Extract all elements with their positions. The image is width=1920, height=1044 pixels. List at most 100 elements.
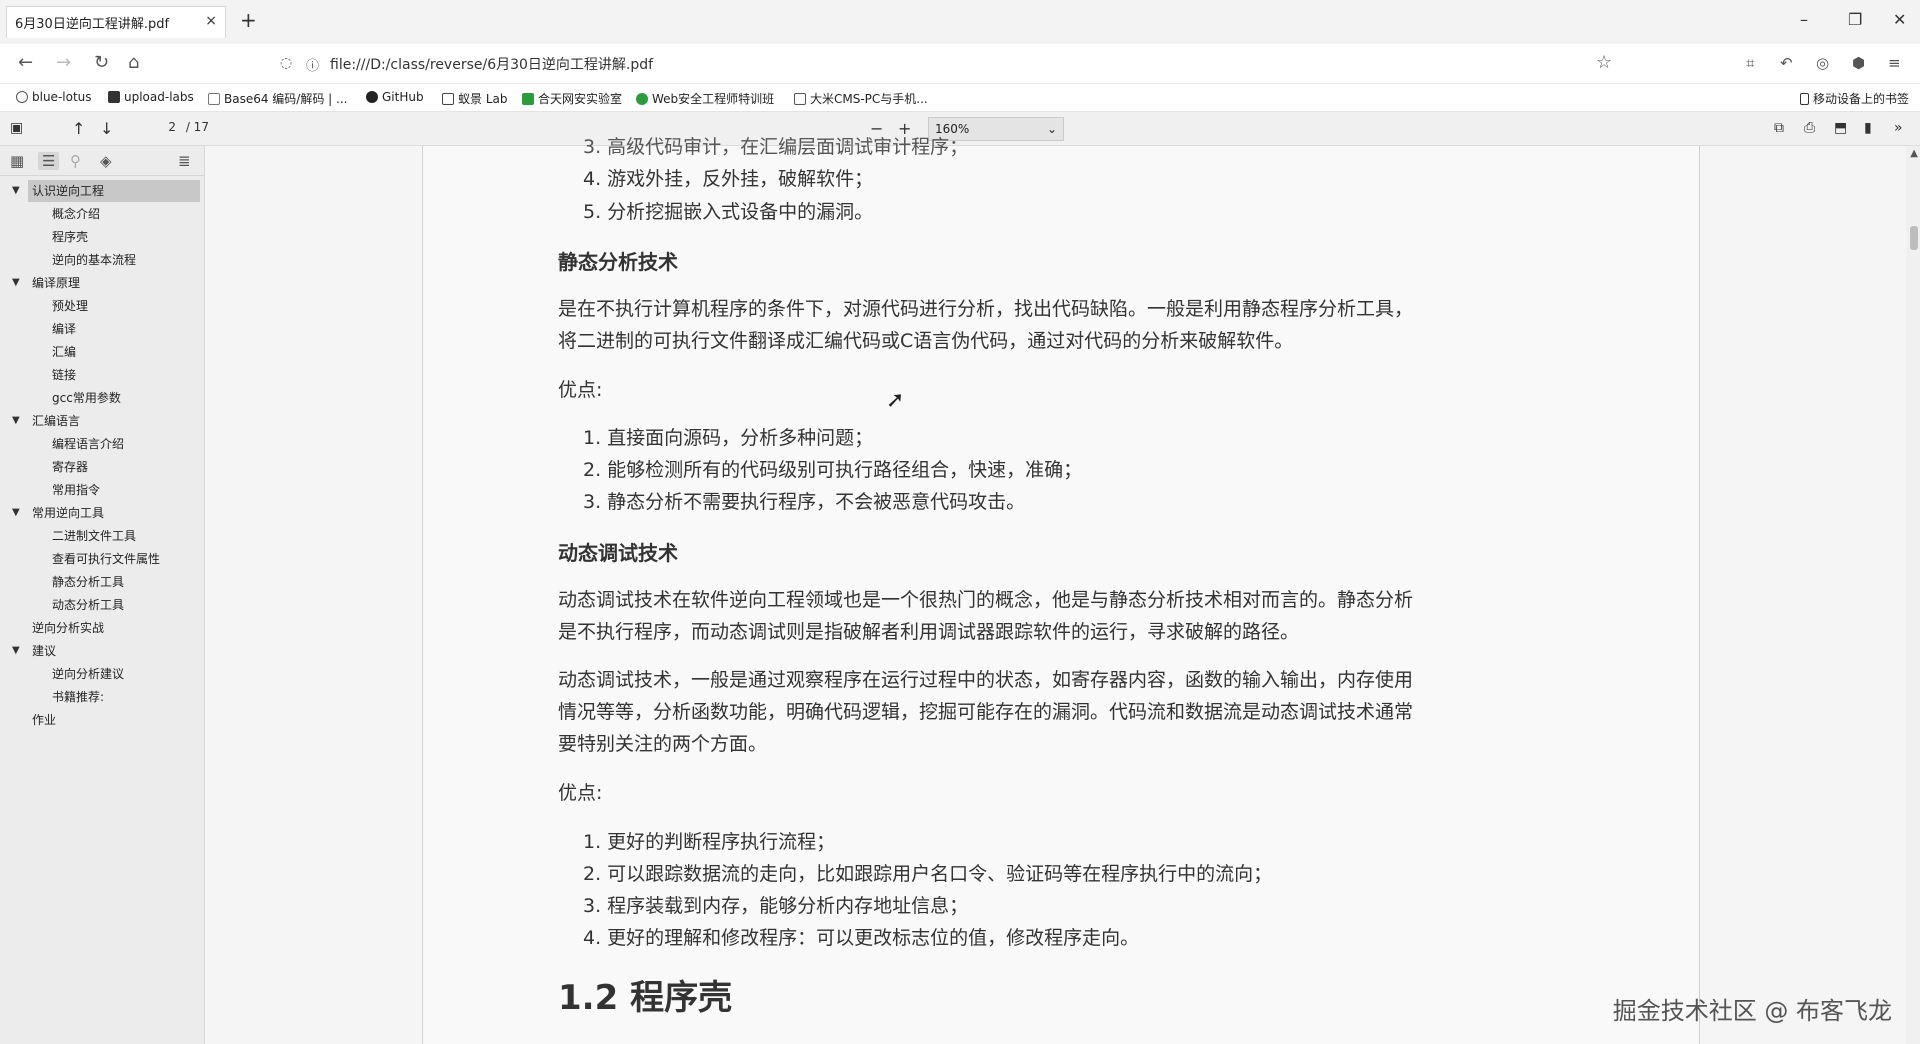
layers-icon[interactable]: ◈ <box>100 152 112 170</box>
outline-item[interactable]: 程序壳 <box>0 226 205 248</box>
outline-item-label: 认识逆向工程 <box>32 184 105 198</box>
mobile-icon <box>1800 92 1809 105</box>
page-number-input[interactable]: 2 <box>150 120 176 134</box>
mobile-bookmarks-label: 移动设备上的书签 <box>1813 92 1910 106</box>
bookmark-item[interactable]: blue-lotus <box>16 90 92 104</box>
outline-item[interactable]: ▼ 建议 <box>12 640 200 662</box>
scrollbar-thumb[interactable] <box>1910 226 1918 250</box>
outline-item-label: 查看可执行文件属性 <box>52 552 161 566</box>
menu-icon[interactable]: ≡ <box>1888 54 1901 72</box>
pdf-viewer[interactable]: 3. 高级代码审计，在汇编层面调试审计程序； 4. 游戏外挂，反外挂，破解软件；… <box>206 136 1920 1044</box>
outline-item[interactable]: ▼ 常用逆向工具 <box>12 502 200 524</box>
extension-icon[interactable]: ◎ <box>1816 54 1829 72</box>
expand-triangle-icon[interactable]: ▼ <box>12 640 20 662</box>
page-info-icon[interactable]: ⓘ <box>306 55 319 74</box>
tab-pdf[interactable]: 6月30日逆向工程讲解.pdf × <box>6 6 226 38</box>
outline-item[interactable]: 编译 <box>0 318 205 340</box>
outline-item[interactable]: 汇编 <box>0 341 205 363</box>
outline-item[interactable]: 逆向的基本流程 <box>0 249 205 271</box>
expand-triangle-icon[interactable]: ▼ <box>12 180 20 202</box>
mobile-bookmarks[interactable]: 移动设备上的书签 <box>1800 90 1909 107</box>
outline-item[interactable]: 查看可执行文件属性 <box>0 548 205 570</box>
outline-item[interactable]: 逆向分析建议 <box>0 663 205 685</box>
vertical-scrollbar[interactable]: ▲ <box>1906 146 1920 1044</box>
list-item: 4. 游戏外挂，反外挂，破解软件； <box>583 168 874 190</box>
address-bar[interactable]: file:///D:/class/reverse/6月30日逆向工程讲解.pdf <box>330 54 653 74</box>
close-window-button[interactable]: ✕ <box>1893 10 1906 29</box>
previous-page-button[interactable]: ↑ <box>72 119 85 138</box>
paragraph-line: 情况等等，分析函数功能，明确代码逻辑，挖掘可能存在的漏洞。代码流和数据流是动态调… <box>558 701 1414 723</box>
bookmark-item[interactable]: 合天网安实验室 <box>522 90 622 107</box>
expand-triangle-icon[interactable]: ▼ <box>12 410 20 432</box>
bookmark-item[interactable]: 大米CMS-PC与手机... <box>794 90 928 107</box>
expand-triangle-icon[interactable]: ▼ <box>12 272 20 294</box>
restore-button[interactable]: ❐ <box>1848 10 1862 29</box>
outline-item[interactable]: 概念介绍 <box>0 203 205 225</box>
folder-icon <box>108 91 120 103</box>
outline-item[interactable]: 编程语言介绍 <box>0 433 205 455</box>
home-button[interactable]: ⌂ <box>128 52 139 73</box>
outline-item[interactable]: 二进制文件工具 <box>0 525 205 547</box>
bookmark-star-icon[interactable]: ☆ <box>1596 52 1612 73</box>
outline-item[interactable]: ▼ 认识逆向工程 <box>12 180 200 202</box>
sidebar-tools: ▦ ☰ ⚲ ◈ ≣ <box>0 146 205 176</box>
outline-item[interactable]: 静态分析工具 <box>0 571 205 593</box>
outline-item-label: 逆向的基本流程 <box>52 253 137 267</box>
outline-item-label: 汇编 <box>52 345 77 359</box>
undo-icon[interactable]: ↶ <box>1780 54 1793 72</box>
reload-button[interactable]: ↻ <box>94 52 109 73</box>
outline-item[interactable]: gcc常用参数 <box>0 387 205 409</box>
back-button[interactable]: ← <box>18 52 33 73</box>
bookmark-icon[interactable]: ▮ <box>1864 120 1872 136</box>
current-outline-item-icon[interactable]: ≣ <box>178 152 191 170</box>
outline-item[interactable]: ▼ 编译原理 <box>12 272 200 294</box>
expand-triangle-icon[interactable]: ▼ <box>12 502 20 524</box>
thumbnails-icon[interactable]: ▦ <box>10 152 24 170</box>
minimize-button[interactable]: – <box>1800 10 1808 29</box>
outline-icon[interactable]: ☰ <box>38 152 60 170</box>
new-tab-button[interactable]: + <box>240 8 257 32</box>
mouse-cursor-icon: ➚ <box>886 388 905 413</box>
outline-item[interactable]: 预处理 <box>0 295 205 317</box>
list-item: 1. 更好的判断程序执行流程； <box>583 831 836 853</box>
sidebar-toggle-icon[interactable]: ▣ <box>10 120 23 136</box>
outline-item-label: 动态分析工具 <box>52 598 125 612</box>
crop-icon[interactable]: ⌗ <box>1746 54 1754 72</box>
outline-item[interactable]: 动态分析工具 <box>0 594 205 616</box>
bookmark-item[interactable]: GitHub <box>366 90 424 104</box>
bookmark-item[interactable]: Web安全工程师特训班 <box>636 90 774 107</box>
outline-item-label: 逆向分析实战 <box>32 621 105 635</box>
attachments-icon[interactable]: ⚲ <box>70 152 81 170</box>
outline-item[interactable]: 逆向分析实战 <box>28 617 200 639</box>
forward-button[interactable]: → <box>56 52 71 73</box>
pros-label: 优点: <box>558 782 603 804</box>
print-icon[interactable]: ⎙ <box>1804 120 1815 136</box>
bookmark-item[interactable]: 蚁景 Lab <box>442 90 507 107</box>
outline-item-label: 程序壳 <box>52 230 89 244</box>
bookmark-label: Web安全工程师特训班 <box>652 92 775 106</box>
page-number-display[interactable]: 2 / 17 <box>150 120 209 134</box>
save-icon[interactable]: ⬒ <box>1834 120 1847 136</box>
outline-item[interactable]: 常用指令 <box>0 479 205 501</box>
outline-item[interactable]: 寄存器 <box>0 456 205 478</box>
outline-item-label: gcc常用参数 <box>52 391 121 405</box>
outline-item[interactable]: 书籍推荐: <box>0 686 205 708</box>
outline-item[interactable]: 链接 <box>0 364 205 386</box>
tab-close-icon[interactable]: × <box>205 13 217 29</box>
more-tools-icon[interactable]: » <box>1894 120 1903 136</box>
pdf-page: 3. 高级代码审计，在汇编层面调试审计程序； 4. 游戏外挂，反外挂，破解软件；… <box>422 136 1700 1044</box>
next-page-button[interactable]: ↓ <box>100 119 113 138</box>
scroll-up-icon[interactable]: ▲ <box>1910 148 1918 159</box>
bookmark-label: 蚁景 Lab <box>458 92 508 106</box>
paragraph-line: 要特别关注的两个方面。 <box>558 733 768 755</box>
outline-item[interactable]: 作业 <box>28 709 200 731</box>
outline-item[interactable]: ▼ 汇编语言 <box>12 410 200 432</box>
bookmark-item[interactable]: Base64 编码/解码 | ... <box>208 90 347 107</box>
presentation-icon[interactable]: ⧉ <box>1774 120 1784 136</box>
outline-item-label: 编译原理 <box>32 276 81 290</box>
bookmark-item[interactable]: upload-labs <box>108 90 194 104</box>
list-item: 4. 更好的理解和修改程序：可以更改标志位的值，修改程序走向。 <box>583 927 1140 949</box>
bookmark-label: blue-lotus <box>32 90 92 104</box>
list-item: 2. 能够检测所有的代码级别可执行路径组合，快速，准确； <box>583 459 1083 481</box>
shield-icon[interactable]: ⬢ <box>1852 54 1865 72</box>
